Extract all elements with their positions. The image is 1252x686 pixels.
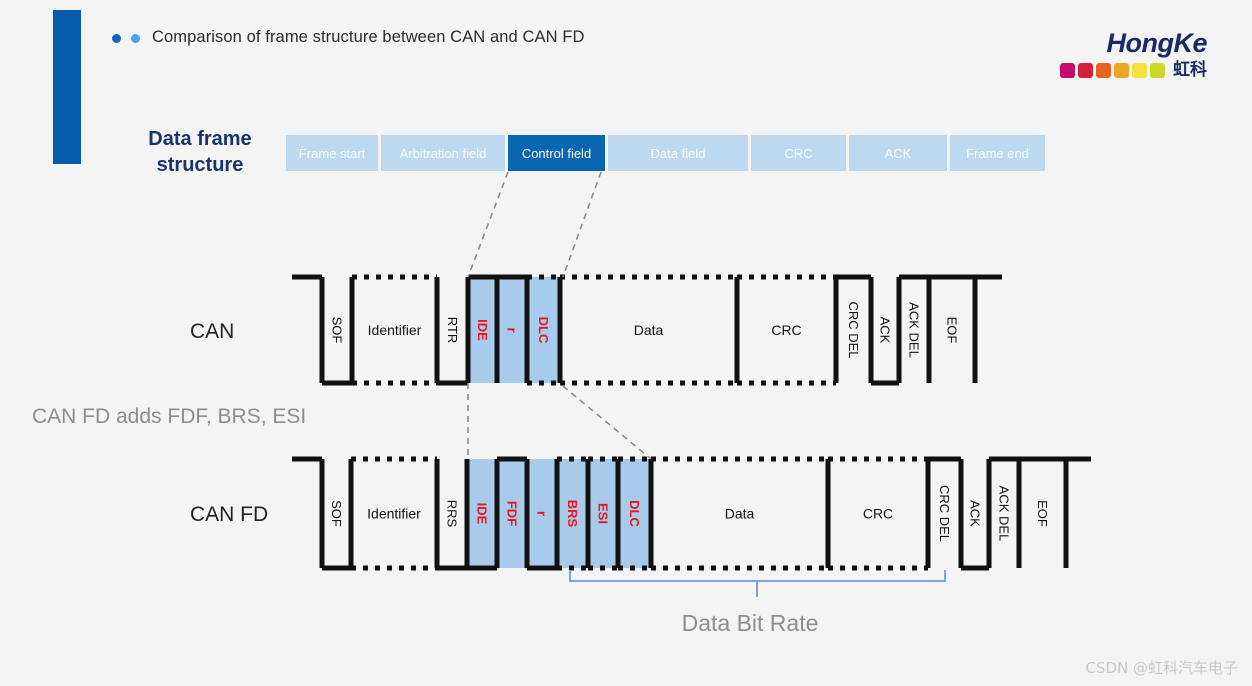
segment-label-identifier: Identifier — [368, 322, 422, 338]
segment-label-ide: IDE — [475, 319, 490, 341]
segment-label-dlc: DLC — [536, 317, 551, 344]
segment-label-ack-del: ACK DEL — [997, 486, 1012, 542]
segment-label-sof: SOF — [330, 317, 345, 344]
segment-label-r: r — [505, 327, 520, 332]
segment-label-identifier: Identifier — [367, 506, 421, 522]
segment-label-esi: ESI — [596, 503, 611, 524]
segment-label-data: Data — [725, 506, 755, 522]
segment-label-eof: EOF — [945, 317, 960, 344]
segment-label-crc: CRC — [771, 322, 801, 338]
segment-label-ide: IDE — [475, 503, 490, 525]
segment-label-dlc: DLC — [627, 500, 642, 527]
segment-label-ack: ACK — [878, 317, 893, 344]
segment-label-eof: EOF — [1035, 500, 1050, 527]
segment-label-brs: BRS — [565, 500, 580, 528]
segment-label-data: Data — [634, 322, 664, 338]
segment-label-fdf: FDF — [505, 501, 520, 526]
segment-label-ack-del: ACK DEL — [907, 302, 922, 358]
segment-label-rtr: RTR — [445, 317, 460, 343]
segment-label-crc: CRC — [863, 506, 893, 522]
segment-label-rrs: RRS — [445, 500, 460, 528]
segment-label-crc-del: CRC DEL — [937, 485, 952, 542]
callout-connector-line — [562, 385, 652, 460]
segment-label-r: r — [535, 511, 550, 516]
data-bit-rate-brace — [569, 570, 946, 597]
slide-canvas: Comparison of frame structure between CA… — [0, 0, 1252, 686]
segment-label-crc-del: CRC DEL — [846, 301, 861, 358]
segment-label-ack: ACK — [968, 500, 983, 527]
callout-connector-line — [562, 171, 602, 278]
canfd-frame-waveform: SOF Identifier RRS IDE FDF r BRS ESI DLC Data CRC C… — [292, 456, 1091, 571]
callout-connector-line — [467, 171, 509, 278]
frame-timing-diagram: SOF Identifier RTR IDE r DLC Data CRC CRC DEL ACK… — [292, 171, 1091, 597]
segment-label-sof: SOF — [329, 500, 344, 527]
brace-path — [569, 570, 946, 597]
can-frame-waveform: SOF Identifier RTR IDE r DLC Data CRC CRC DEL ACK… — [292, 274, 1002, 386]
